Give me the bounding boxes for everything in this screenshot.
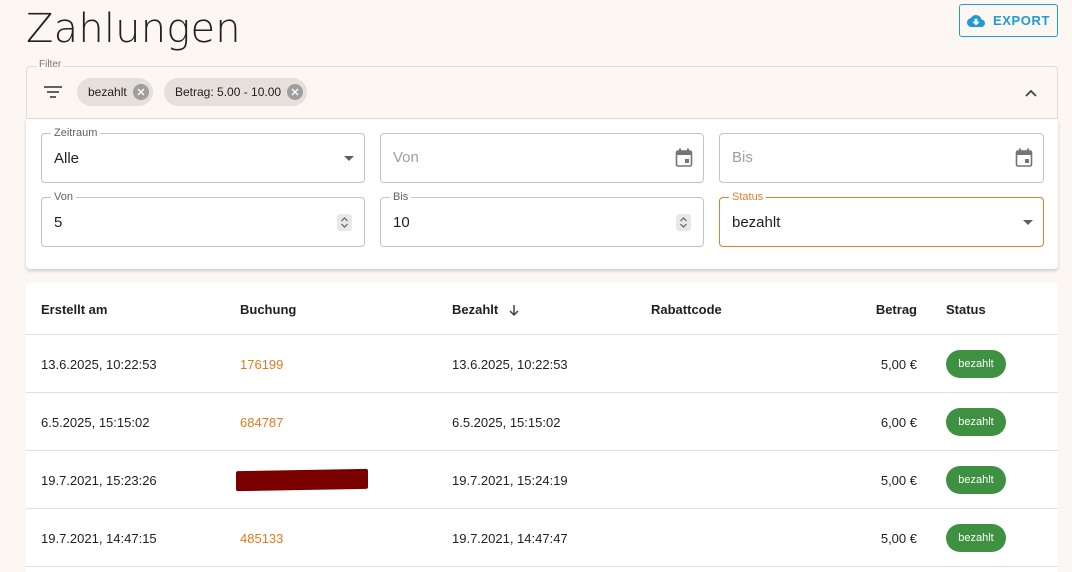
column-header-paid[interactable]: Bezahlt bbox=[452, 302, 520, 317]
filter-chip-status[interactable]: bezahlt bbox=[77, 78, 153, 106]
arrow-down-icon bbox=[509, 305, 519, 317]
column-header-created[interactable]: Erstellt am bbox=[41, 302, 107, 317]
number-stepper-icon[interactable] bbox=[676, 214, 691, 231]
export-button[interactable]: EXPORT bbox=[959, 4, 1058, 37]
date-from-input[interactable]: Von bbox=[380, 133, 704, 183]
filter-chip-amount[interactable]: Betrag: 5.00 - 10.00 bbox=[164, 78, 308, 106]
dropdown-arrow-icon bbox=[1023, 220, 1033, 225]
zeitraum-select[interactable]: Zeitraum Alle bbox=[41, 127, 365, 183]
status-badge: bezahlt bbox=[946, 408, 1006, 436]
amount-to-value: 10 bbox=[393, 214, 410, 231]
amount-from-label: Von bbox=[51, 191, 76, 203]
amount-from-value: 5 bbox=[54, 214, 63, 231]
status-badge: bezahlt bbox=[946, 524, 1006, 552]
table-row[interactable]: 19.7.2021, 14:47:15 485133 19.7.2021, 14… bbox=[26, 508, 1058, 566]
chip-remove-icon[interactable] bbox=[287, 84, 304, 100]
paid-cell: 19.7.2021, 14:47:47 bbox=[452, 531, 568, 546]
date-to-input[interactable]: Bis bbox=[719, 133, 1044, 183]
number-stepper-icon[interactable] bbox=[337, 214, 352, 231]
status-label: Status bbox=[729, 191, 767, 203]
amount-cell: 6,00 € bbox=[880, 415, 917, 430]
chip-label: bezahlt bbox=[88, 85, 127, 99]
date-to-placeholder: Bis bbox=[732, 149, 753, 166]
amount-cell: 5,00 € bbox=[880, 473, 917, 488]
column-header-status[interactable]: Status bbox=[946, 302, 986, 317]
export-label: EXPORT bbox=[992, 13, 1051, 28]
redacted-booking bbox=[236, 468, 368, 492]
column-header-booking[interactable]: Buchung bbox=[240, 302, 296, 317]
amount-to-label: Bis bbox=[390, 191, 412, 203]
chip-label: Betrag: 5.00 - 10.00 bbox=[175, 85, 282, 99]
booking-link[interactable]: 176199 bbox=[240, 357, 283, 372]
calendar-icon[interactable] bbox=[675, 148, 693, 168]
payments-table: Erstellt am Buchung Bezahlt Rabattcode B… bbox=[26, 283, 1058, 572]
filter-legend: Filter bbox=[37, 59, 64, 70]
paid-cell: 13.6.2025, 10:22:53 bbox=[452, 357, 568, 372]
date-from-placeholder: Von bbox=[393, 149, 419, 166]
zeitraum-value: Alle bbox=[54, 150, 80, 167]
booking-link[interactable]: 684787 bbox=[240, 415, 283, 430]
chip-remove-icon[interactable] bbox=[132, 84, 149, 100]
created-cell: 13.6.2025, 10:22:53 bbox=[41, 357, 157, 372]
filter-list-icon[interactable] bbox=[43, 84, 63, 100]
amount-cell: 5,00 € bbox=[880, 531, 917, 546]
table-row[interactable]: 19.7.2021, 15:23:26 19.7.2021, 15:24:19 … bbox=[26, 450, 1058, 508]
status-badge: bezahlt bbox=[946, 350, 1006, 378]
chevron-up-icon[interactable] bbox=[1022, 84, 1040, 102]
column-header-discount[interactable]: Rabattcode bbox=[651, 302, 722, 317]
table-row[interactable]: 13.6.2025, 10:22:53 176199 13.6.2025, 10… bbox=[26, 334, 1058, 392]
created-cell: 6.5.2025, 15:15:02 bbox=[41, 415, 150, 430]
amount-to-input[interactable]: Bis 10 bbox=[380, 191, 704, 247]
created-cell: 19.7.2021, 14:47:15 bbox=[41, 531, 157, 546]
table-row bbox=[26, 566, 1058, 572]
paid-cell: 19.7.2021, 15:24:19 bbox=[452, 473, 568, 488]
table-row[interactable]: 6.5.2025, 15:15:02 684787 6.5.2025, 15:1… bbox=[26, 392, 1058, 450]
status-value: bezahlt bbox=[732, 214, 781, 231]
column-header-paid-label: Bezahlt bbox=[452, 302, 499, 317]
column-header-amount[interactable]: Betrag bbox=[826, 302, 917, 317]
dropdown-arrow-icon bbox=[344, 156, 354, 161]
created-cell: 19.7.2021, 15:23:26 bbox=[41, 473, 157, 488]
status-badge: bezahlt bbox=[946, 466, 1006, 494]
calendar-icon[interactable] bbox=[1015, 148, 1033, 168]
paid-cell: 6.5.2025, 15:15:02 bbox=[452, 415, 561, 430]
page-title: Zahlungen bbox=[26, 6, 241, 52]
amount-from-input[interactable]: Von 5 bbox=[41, 191, 365, 247]
amount-cell: 5,00 € bbox=[880, 357, 917, 372]
status-select[interactable]: Status bezahlt bbox=[719, 191, 1044, 247]
zeitraum-label: Zeitraum bbox=[51, 127, 101, 139]
booking-link[interactable]: 485133 bbox=[240, 531, 283, 546]
cloud-download-icon bbox=[966, 14, 985, 27]
filter-panel: Zeitraum Alle Von Bis Von 5 Bis 10 Statu… bbox=[26, 119, 1058, 269]
